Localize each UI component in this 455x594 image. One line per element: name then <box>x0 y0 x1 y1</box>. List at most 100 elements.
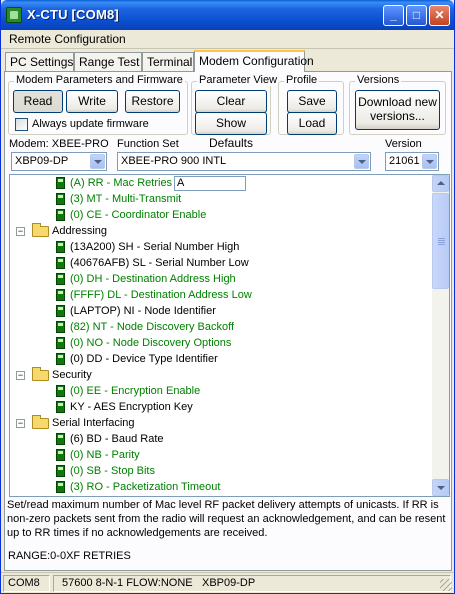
group-modem-parameters: Modem Parameters and Firmware Read Write… <box>8 74 188 135</box>
tree-parameter-row[interactable]: (13A200) SH - Serial Number High <box>10 239 430 255</box>
tree-parameter-row[interactable]: (FFFF) DL - Destination Address Low <box>10 287 430 303</box>
menu-bar: Remote Configuration <box>1 30 454 49</box>
tree-parameter-label: (0) DD - Device Type Identifier <box>70 353 218 365</box>
close-button[interactable]: ✕ <box>429 5 450 26</box>
group-versions: Versions Download new versions... <box>349 74 446 135</box>
status-port: COM8 <box>3 575 50 592</box>
tree-parameter-row[interactable]: (82) NT - Node Discovery Backoff <box>10 319 430 335</box>
parameter-icon <box>56 177 65 189</box>
parameter-icon <box>56 257 65 269</box>
tree-parameter-row[interactable]: (3) MT - Multi-Transmit <box>10 191 430 207</box>
clear-screen-button[interactable]: Clear Screen <box>195 90 267 128</box>
tree-parameter-row[interactable]: (6) BD - Baud Rate <box>10 431 430 447</box>
load-button[interactable]: Load <box>287 112 337 135</box>
tree-folder-label: Addressing <box>52 225 108 237</box>
chevron-down-icon[interactable] <box>422 154 437 169</box>
group-parameter-view: Parameter View Clear Screen Show Default… <box>191 74 280 150</box>
tree-parameter-row[interactable]: (40676AFB) SL - Serial Number Low <box>10 255 430 271</box>
tree-folder-label: Security <box>52 369 92 381</box>
tree-parameter-label: (13A200) SH - Serial Number High <box>70 241 240 253</box>
parameter-icon <box>56 305 65 317</box>
group-profile-label: Profile <box>284 74 320 86</box>
scroll-down-button[interactable] <box>432 479 449 496</box>
parameter-icon <box>56 401 65 413</box>
tree-parameter-label: (0) SB - Stop Bits <box>70 465 155 477</box>
parameter-icon <box>56 321 65 333</box>
thumb-grip-line <box>438 238 445 239</box>
scroll-up-button[interactable] <box>432 175 449 192</box>
tree-scrollbar[interactable] <box>432 175 449 496</box>
modem-label: Modem: XBEE-PRO <box>9 138 109 150</box>
tree-parameter-row[interactable]: (0) DH - Destination Address High <box>10 271 430 287</box>
parameter-edit-field[interactable]: A <box>174 176 246 191</box>
tree-parameter-label: (0) DH - Destination Address High <box>70 273 236 285</box>
read-button[interactable]: Read <box>13 90 63 113</box>
parameter-icon <box>56 385 65 397</box>
restore-button[interactable]: Restore <box>125 90 180 113</box>
application-window: X-CTU [COM8] _ □ ✕ Remote Configuration … <box>0 0 455 594</box>
tab-pc-settings[interactable]: PC Settings <box>5 52 74 71</box>
app-icon <box>6 7 22 23</box>
collapse-toggle-icon[interactable]: − <box>16 227 25 236</box>
tree-parameter-row[interactable]: (0) CE - Coordinator Enable <box>10 207 430 223</box>
chevron-down-icon[interactable] <box>354 154 369 169</box>
group-modem-parameters-label: Modem Parameters and Firmware <box>14 74 185 86</box>
thumb-grip-line <box>438 242 445 243</box>
tree-parameter-label: (40676AFB) SL - Serial Number Low <box>70 257 249 269</box>
group-parameter-view-label: Parameter View <box>197 74 280 86</box>
tree-parameter-row[interactable]: (3) RO - Packetization Timeout <box>10 479 430 495</box>
tree-parameter-row[interactable]: (0) DD - Device Type Identifier <box>10 351 430 367</box>
tree-folder-row[interactable]: − Addressing <box>10 223 430 239</box>
modem-select[interactable]: XBP09-DP <box>11 152 107 171</box>
tree-parameter-row[interactable]: (0) EE - Encryption Enable <box>10 383 430 399</box>
tab-modem-configuration[interactable]: Modem Configuration <box>194 50 314 72</box>
tree-parameter-label: (A) RR - Mac Retries <box>70 177 173 189</box>
thumb-grip-line <box>438 244 445 245</box>
parameter-icon <box>56 337 65 349</box>
parameter-icon <box>56 481 65 493</box>
tree-parameter-label: (3) RO - Packetization Timeout <box>70 481 221 493</box>
folder-icon <box>32 367 49 381</box>
parameter-range: RANGE:0-0XF RETRIES <box>8 550 131 562</box>
parameter-icon <box>56 241 65 253</box>
tree-parameter-label: (0) NO - Node Discovery Options <box>70 337 232 349</box>
collapse-toggle-icon[interactable]: − <box>16 371 25 380</box>
tree-parameter-label: (6) BD - Baud Rate <box>70 433 164 445</box>
chevron-down-icon[interactable] <box>90 154 105 169</box>
tree-parameter-row[interactable]: (0) NO - Node Discovery Options <box>10 335 430 351</box>
folder-icon <box>32 415 49 429</box>
always-update-checkbox[interactable] <box>15 118 28 131</box>
scroll-thumb[interactable] <box>432 193 449 289</box>
tree-parameter-row[interactable]: (LAPTOP) NI - Node Identifier <box>10 303 430 319</box>
parameter-icon <box>56 449 65 461</box>
title-bar[interactable]: X-CTU [COM8] _ □ ✕ <box>1 0 454 30</box>
resize-grip-icon[interactable] <box>440 579 452 591</box>
status-bar: COM8 57600 8-N-1 FLOW:NONE XBP09-DP <box>1 572 454 593</box>
tab-range-test[interactable]: Range Test <box>74 52 142 71</box>
collapse-toggle-icon[interactable]: − <box>16 419 25 428</box>
parameter-tree[interactable]: (3) RO - Packetization Timeout (0) SB - S… <box>9 174 450 497</box>
tree-parameter-row[interactable]: KY - AES Encryption Key <box>10 399 430 415</box>
tree-parameter-label: (0) EE - Encryption Enable <box>70 385 201 397</box>
download-new-versions-button[interactable]: Download new versions... <box>355 90 440 130</box>
group-versions-label: Versions <box>355 74 402 86</box>
tree-parameter-row[interactable]: (0) SB - Stop Bits <box>10 463 430 479</box>
tab-terminal[interactable]: Terminal <box>142 52 194 71</box>
menu-remote-configuration[interactable]: Remote Configuration <box>9 32 126 46</box>
window-title: X-CTU [COM8] <box>27 7 119 22</box>
version-select[interactable]: 21061 <box>385 152 439 171</box>
parameter-icon <box>56 353 65 365</box>
version-select-value: 21061 <box>389 155 420 167</box>
tree-parameter-row[interactable]: (0) NB - Parity <box>10 447 430 463</box>
parameter-icon <box>56 273 65 285</box>
tree-folder-row[interactable]: − Security <box>10 367 430 383</box>
write-button[interactable]: Write <box>66 90 118 113</box>
tree-folder-row[interactable]: − Serial Interfacing <box>10 415 430 431</box>
minimize-button[interactable]: _ <box>383 5 404 26</box>
save-button[interactable]: Save <box>287 90 337 113</box>
show-defaults-button[interactable]: Show Defaults <box>195 112 267 150</box>
maximize-button[interactable]: □ <box>406 5 427 26</box>
function-set-select[interactable]: XBEE-PRO 900 INTL <box>117 152 371 171</box>
tree-parameter-label: (0) NB - Parity <box>70 449 140 461</box>
tree-parameter-label: KY - AES Encryption Key <box>70 401 193 413</box>
